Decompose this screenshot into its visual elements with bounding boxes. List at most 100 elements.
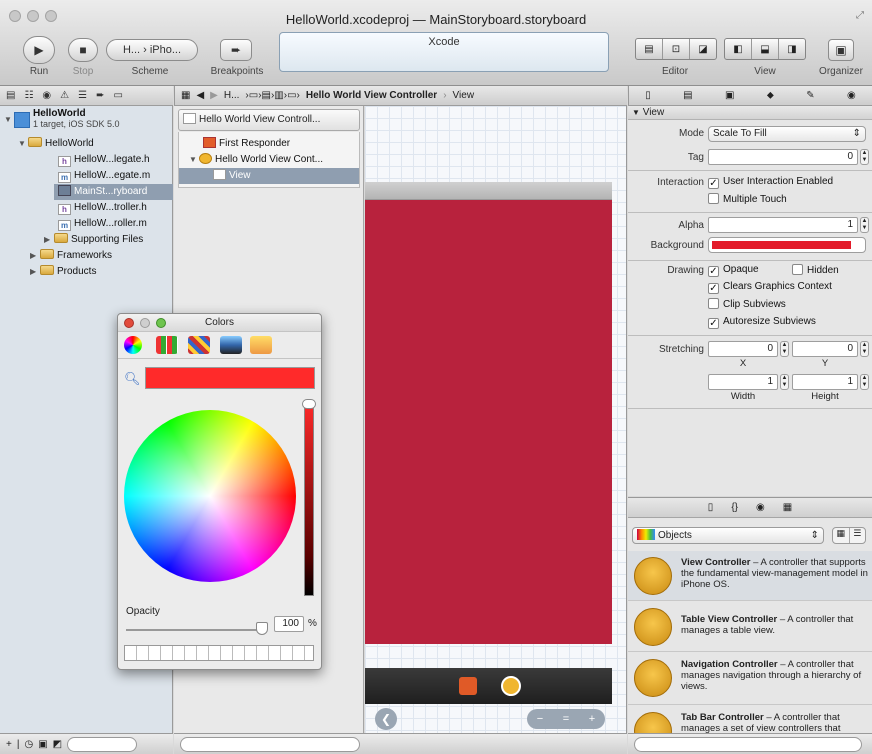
search-navigator-icon[interactable]: ◉ <box>42 90 51 101</box>
color-palettes-tab-icon[interactable] <box>188 336 210 354</box>
slider-knob[interactable] <box>302 399 316 409</box>
breakpoint-navigator-icon[interactable]: ➨ <box>96 90 104 101</box>
stretch-width-field[interactable]: 1 <box>708 374 778 390</box>
library-filter-field[interactable] <box>634 736 862 752</box>
project-navigator-icon[interactable]: ▤ <box>6 90 15 101</box>
file-row[interactable]: h HelloW...legate.h <box>58 152 150 168</box>
disclosure-closed-icon[interactable]: ▶ <box>30 248 40 264</box>
selected-color-swatch[interactable] <box>145 367 315 389</box>
view-section-header[interactable]: ▼ View <box>628 106 872 120</box>
debug-navigator-icon[interactable]: ☰ <box>78 90 87 101</box>
log-navigator-icon[interactable]: ▭ <box>113 90 122 101</box>
autoresize-subviews-checkbox[interactable]: ✓ Autoresize Subviews <box>708 316 816 329</box>
organizer-button[interactable]: ▣ <box>828 39 854 61</box>
project-row[interactable]: ▼ HelloWorld 1 target, iOS SDK 5.0 <box>4 108 120 134</box>
attributes-inspector-icon[interactable]: ⬥ <box>767 90 774 101</box>
navigator-toggle-icon[interactable]: ◧ <box>725 39 752 59</box>
file-row[interactable]: m HelloW...egate.m <box>58 168 150 184</box>
stretch-height-field[interactable]: 1 <box>792 374 858 390</box>
first-responder-dock-icon[interactable] <box>459 677 477 695</box>
grid-view-icon[interactable]: ▦ <box>833 528 850 543</box>
alpha-field[interactable]: 1 <box>708 217 858 233</box>
jump-item-view[interactable]: View <box>453 90 475 101</box>
opacity-slider-knob[interactable] <box>256 622 268 635</box>
storyboard-canvas[interactable]: ❮ − = + <box>365 106 627 733</box>
stretch-y-field[interactable]: 0 <box>792 341 858 357</box>
utilities-toggle-icon[interactable]: ◨ <box>779 39 805 59</box>
crayons-tab-icon[interactable] <box>250 336 272 354</box>
connections-inspector-icon[interactable]: ◉ <box>847 90 856 101</box>
user-interaction-checkbox[interactable]: ✓ User Interaction Enabled <box>708 176 833 189</box>
jump-item-controller[interactable]: Hello World View Controller <box>306 90 437 101</box>
group-supporting-files[interactable]: ▶ Supporting Files <box>44 232 143 248</box>
quick-help-icon[interactable]: ▤ <box>683 90 692 101</box>
multiple-touch-checkbox[interactable]: Multiple Touch <box>708 193 787 205</box>
disclosure-open-icon[interactable]: ▼ <box>4 114 14 125</box>
first-responder-row[interactable]: First Responder <box>203 136 290 152</box>
identity-inspector-icon[interactable]: ▣ <box>725 90 734 101</box>
disclosure-open-icon[interactable]: ▼ <box>632 108 640 117</box>
recent-icon[interactable]: ◷ <box>24 739 33 750</box>
editor-segmented-control[interactable]: ▤ ⊡ ◪ <box>635 38 717 60</box>
file-row[interactable]: m HelloW...roller.m <box>58 216 147 232</box>
stretch-width-stepper[interactable]: ▲ ▼ <box>780 374 789 390</box>
brightness-slider[interactable] <box>302 399 316 596</box>
issue-navigator-icon[interactable]: ⚠ <box>60 90 69 101</box>
scm-icon[interactable]: ▣ <box>38 739 47 750</box>
opacity-field[interactable]: 100 <box>274 616 304 632</box>
view-row-selected[interactable]: View <box>179 168 359 184</box>
color-swatch-tray[interactable] <box>124 645 314 661</box>
file-template-icon[interactable]: ▯ <box>708 502 714 513</box>
file-row-selected[interactable]: MainSt...ryboard <box>54 184 173 200</box>
zoom-fit-icon[interactable]: = <box>563 713 569 725</box>
view-segmented-control[interactable]: ◧ ⬓ ◨ <box>724 38 806 60</box>
file-inspector-icon[interactable]: ▯ <box>645 90 651 101</box>
stop-button[interactable]: ■ <box>68 38 98 62</box>
image-palettes-tab-icon[interactable] <box>220 336 242 354</box>
magnifier-icon[interactable]: 🔍︎ <box>124 371 141 387</box>
stretch-height-stepper[interactable]: ▲ ▼ <box>860 374 869 390</box>
navigator-filter-field[interactable] <box>67 736 138 752</box>
view-mode-toggle[interactable]: ▦ ☰ <box>832 527 866 544</box>
scene-header[interactable]: Hello World View Controll... <box>178 109 360 131</box>
disclosure-closed-icon[interactable]: ▶ <box>44 232 54 248</box>
disclosure-open-icon[interactable]: ▼ <box>18 136 28 152</box>
assistant-editor-icon[interactable]: ⊡ <box>663 39 690 59</box>
tag-stepper[interactable]: ▲ ▼ <box>860 149 869 165</box>
size-inspector-icon[interactable]: ✎ <box>806 90 814 101</box>
library-item[interactable]: Table View Controller – A controller tha… <box>628 602 872 652</box>
color-sliders-tab-icon[interactable] <box>156 336 178 354</box>
stretch-x-stepper[interactable]: ▲ ▼ <box>780 341 789 357</box>
back-arrow-icon[interactable]: ◀ <box>196 90 204 101</box>
debug-area-toggle-icon[interactable]: ⬓ <box>752 39 779 59</box>
background-color-well[interactable] <box>708 237 866 253</box>
stretch-y-stepper[interactable]: ▲ ▼ <box>860 341 869 357</box>
controller-row[interactable]: ▼ Hello World View Cont... <box>189 152 323 168</box>
code-snippet-icon[interactable]: {} <box>731 502 738 513</box>
scheme-popup[interactable]: H... › iPho... <box>106 39 198 61</box>
view-controller-main-view[interactable] <box>365 200 612 644</box>
color-wheel[interactable] <box>124 410 296 582</box>
disclosure-closed-icon[interactable]: ▶ <box>30 264 40 280</box>
related-files-icon[interactable]: ▦ <box>181 90 190 101</box>
library-item[interactable]: View Controller – A controller that supp… <box>628 551 872 601</box>
group-helloworld[interactable]: ▼ HelloWorld <box>18 136 94 152</box>
symbol-navigator-icon[interactable]: ☷ <box>24 90 33 101</box>
view-controller-dock-icon[interactable] <box>501 676 521 696</box>
color-wheel-tab-icon[interactable] <box>124 336 142 354</box>
run-button[interactable]: ▶ <box>23 36 55 64</box>
library-item[interactable]: Tab Bar Controller – A controller that m… <box>628 706 872 736</box>
breakpoints-button[interactable]: ➨ <box>220 39 252 61</box>
object-library-icon[interactable]: ◉ <box>756 502 765 513</box>
zoom-out-icon[interactable]: − <box>537 713 543 725</box>
standard-editor-icon[interactable]: ▤ <box>636 39 663 59</box>
disclosure-open-icon[interactable]: ▼ <box>189 152 199 168</box>
group-frameworks[interactable]: ▶ Frameworks <box>30 248 112 264</box>
opacity-slider[interactable] <box>126 622 268 635</box>
group-products[interactable]: ▶ Products <box>30 264 96 280</box>
jump-item-project[interactable]: H... <box>224 90 240 101</box>
fullscreen-icon[interactable]: ⤢ <box>856 10 864 21</box>
add-icon[interactable]: + <box>6 739 12 750</box>
stretch-x-field[interactable]: 0 <box>708 341 778 357</box>
opaque-checkbox[interactable]: ✓ Opaque <box>708 264 759 277</box>
